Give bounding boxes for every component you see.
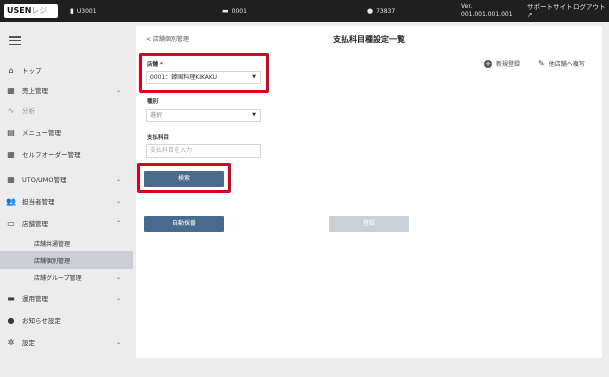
terminal-id: ▬ 0001	[222, 7, 247, 15]
support-site-link[interactable]: サポートサイト ↗	[527, 3, 573, 19]
sidebar-item-settings[interactable]: ✲ 設定 ⌄	[0, 332, 133, 352]
version-info: Ver. 001.001.001.001	[461, 3, 513, 18]
hamburger-menu-icon[interactable]	[9, 36, 21, 46]
sidebar-sub-store-common[interactable]: 店舗共通管理	[0, 234, 133, 252]
sidebar-item-menu[interactable]: ▤ メニュー管理	[0, 122, 133, 142]
breadcrumb-back-link[interactable]: < 店舗個別管理	[146, 34, 189, 43]
chevron-down-icon: ⌄	[115, 338, 121, 346]
main-content: 支払科目種設定一覧 < 店舗個別管理 + 新規登録 ✎ 他店舗へ複写 店舗 * 00…	[133, 22, 609, 377]
pencil-icon: ✎	[538, 59, 545, 68]
store-icon: ▮	[70, 7, 74, 15]
auto-number-button[interactable]: 自動採番	[144, 216, 224, 232]
self-order-icon: ▦	[7, 149, 15, 159]
sidebar: ⌂ トップ ▦ 売上管理 ⌄ ∿ 分析 ▤ メニュー管理 ▦ セルフオーダー管理 ▦ UTO/…	[0, 22, 133, 377]
sidebar-item-analytics[interactable]: ∿ 分析	[0, 100, 133, 120]
sidebar-item-self-order[interactable]: ▦ セルフオーダー管理	[0, 144, 133, 164]
register-button[interactable]: 登録	[329, 216, 409, 232]
new-register-button[interactable]: + 新規登録	[484, 59, 520, 68]
content-panel: 支払科目種設定一覧 < 店舗個別管理 + 新規登録 ✎ 他店舗へ複写 店舗 * 00…	[136, 26, 602, 358]
store-field-highlight	[139, 53, 269, 93]
chevron-up-icon: ⌃	[115, 219, 121, 227]
store-icon: ▭	[7, 218, 15, 228]
user-id: ● 73837	[367, 7, 396, 15]
type-label: 種別	[147, 99, 159, 105]
operation-icon: ▬	[7, 293, 15, 303]
sidebar-item-top[interactable]: ⌂ トップ	[0, 60, 133, 80]
chevron-down-icon: ⌄	[115, 86, 121, 94]
page-title: 支払科目種設定一覧	[333, 35, 405, 44]
app-logo[interactable]: USENレジ	[4, 4, 58, 18]
sidebar-sub-store-group[interactable]: 店舗グループ管理 ⌄	[0, 268, 133, 286]
subject-input[interactable]: 支払科目を入力	[146, 144, 261, 158]
top-bar: USENレジ ▮ U3001 ▬ 0001 ● 73837 Ver. 001.001.…	[0, 0, 609, 22]
sales-icon: ▦	[7, 85, 15, 95]
menu-icon: ▤	[7, 127, 15, 137]
copy-to-other-store-button[interactable]: ✎ 他店舗へ複写	[538, 59, 585, 68]
staff-icon: 👥	[6, 196, 16, 206]
analytics-icon: ∿	[7, 105, 15, 115]
sidebar-item-sales[interactable]: ▦ 売上管理 ⌄	[0, 80, 133, 100]
plus-circle-icon: +	[484, 59, 492, 68]
chevron-down-icon: ⌄	[115, 197, 121, 205]
external-link-icon: ↗	[527, 11, 533, 19]
register-icon: ▬	[222, 7, 229, 15]
sidebar-item-staff[interactable]: 👥 担当者管理 ⌄	[0, 191, 133, 211]
logout-link[interactable]: ログアウト	[573, 3, 607, 11]
type-select[interactable]: 選択 ▼	[146, 109, 261, 122]
chevron-down-icon: ⌄	[115, 273, 121, 281]
uto-icon: ▦	[7, 174, 15, 184]
sidebar-item-store[interactable]: ▭ 店舗管理 ⌃	[0, 213, 133, 233]
search-button-highlight	[137, 163, 231, 193]
user-icon: ●	[367, 7, 374, 15]
subject-label: 支払科目	[147, 135, 170, 141]
store-code: ▮ U3001	[70, 7, 97, 15]
caret-down-icon: ▼	[252, 112, 256, 118]
chevron-down-icon: ⌄	[115, 175, 121, 183]
sidebar-sub-store-individual[interactable]: 店舗個別管理	[0, 251, 133, 269]
sidebar-item-notice[interactable]: ● お知らせ設定	[0, 310, 133, 330]
chevron-down-icon: ⌄	[115, 294, 121, 302]
sidebar-item-operation[interactable]: ▬ 運用管理 ⌄	[0, 288, 133, 308]
home-icon: ⌂	[8, 65, 14, 75]
sidebar-item-uto-umo[interactable]: ▦ UTO/UMO管理 ⌄	[0, 169, 133, 189]
gear-icon: ✲	[7, 337, 15, 347]
bell-icon: ●	[7, 315, 15, 325]
